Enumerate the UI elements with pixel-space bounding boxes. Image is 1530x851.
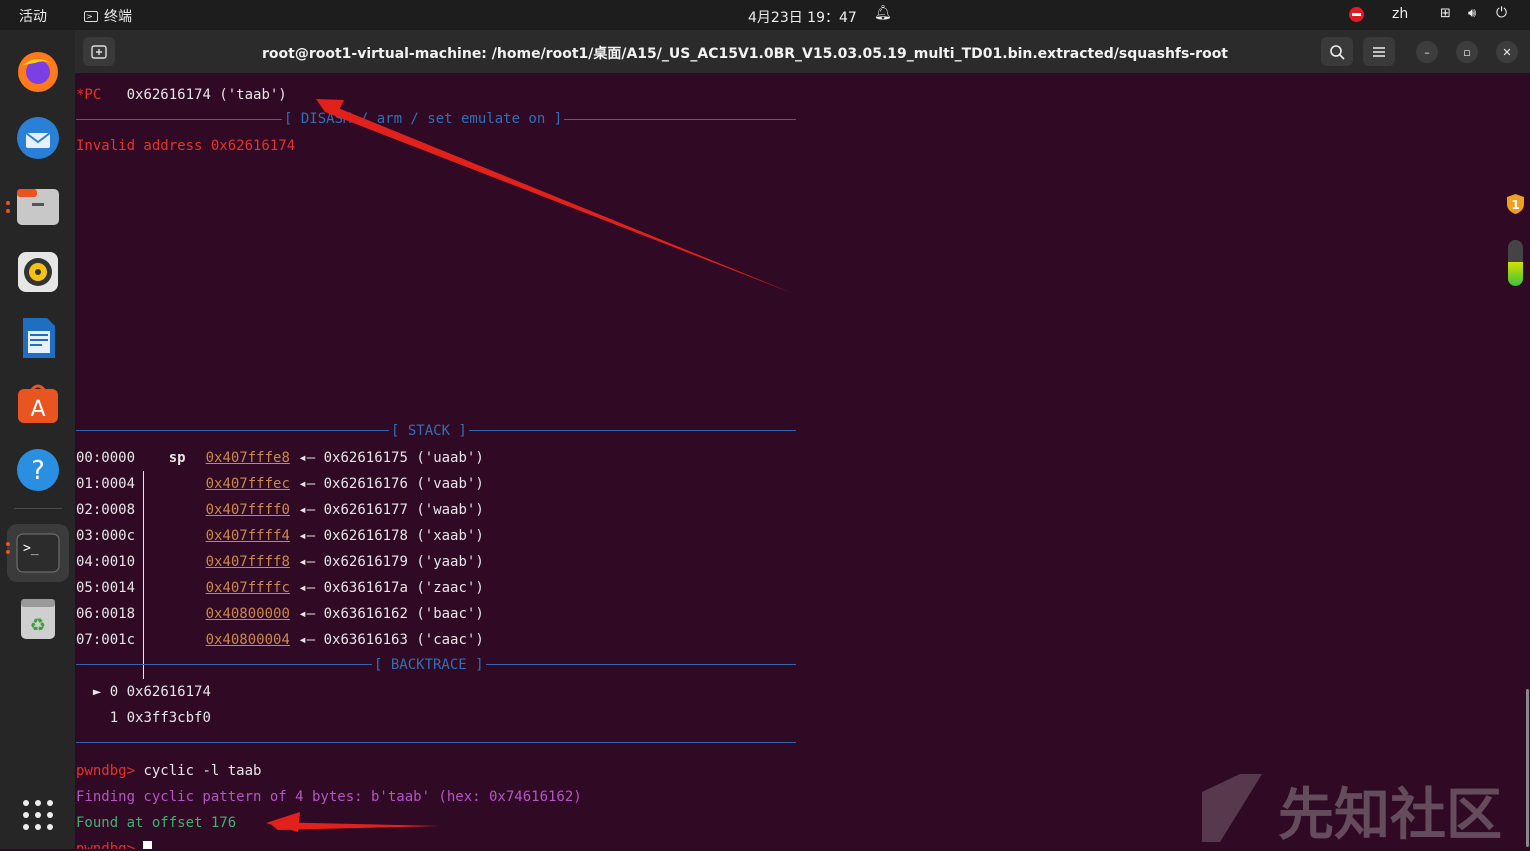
arrow-to-pc: [316, 99, 792, 293]
annotation-arrows: [266, 99, 792, 832]
